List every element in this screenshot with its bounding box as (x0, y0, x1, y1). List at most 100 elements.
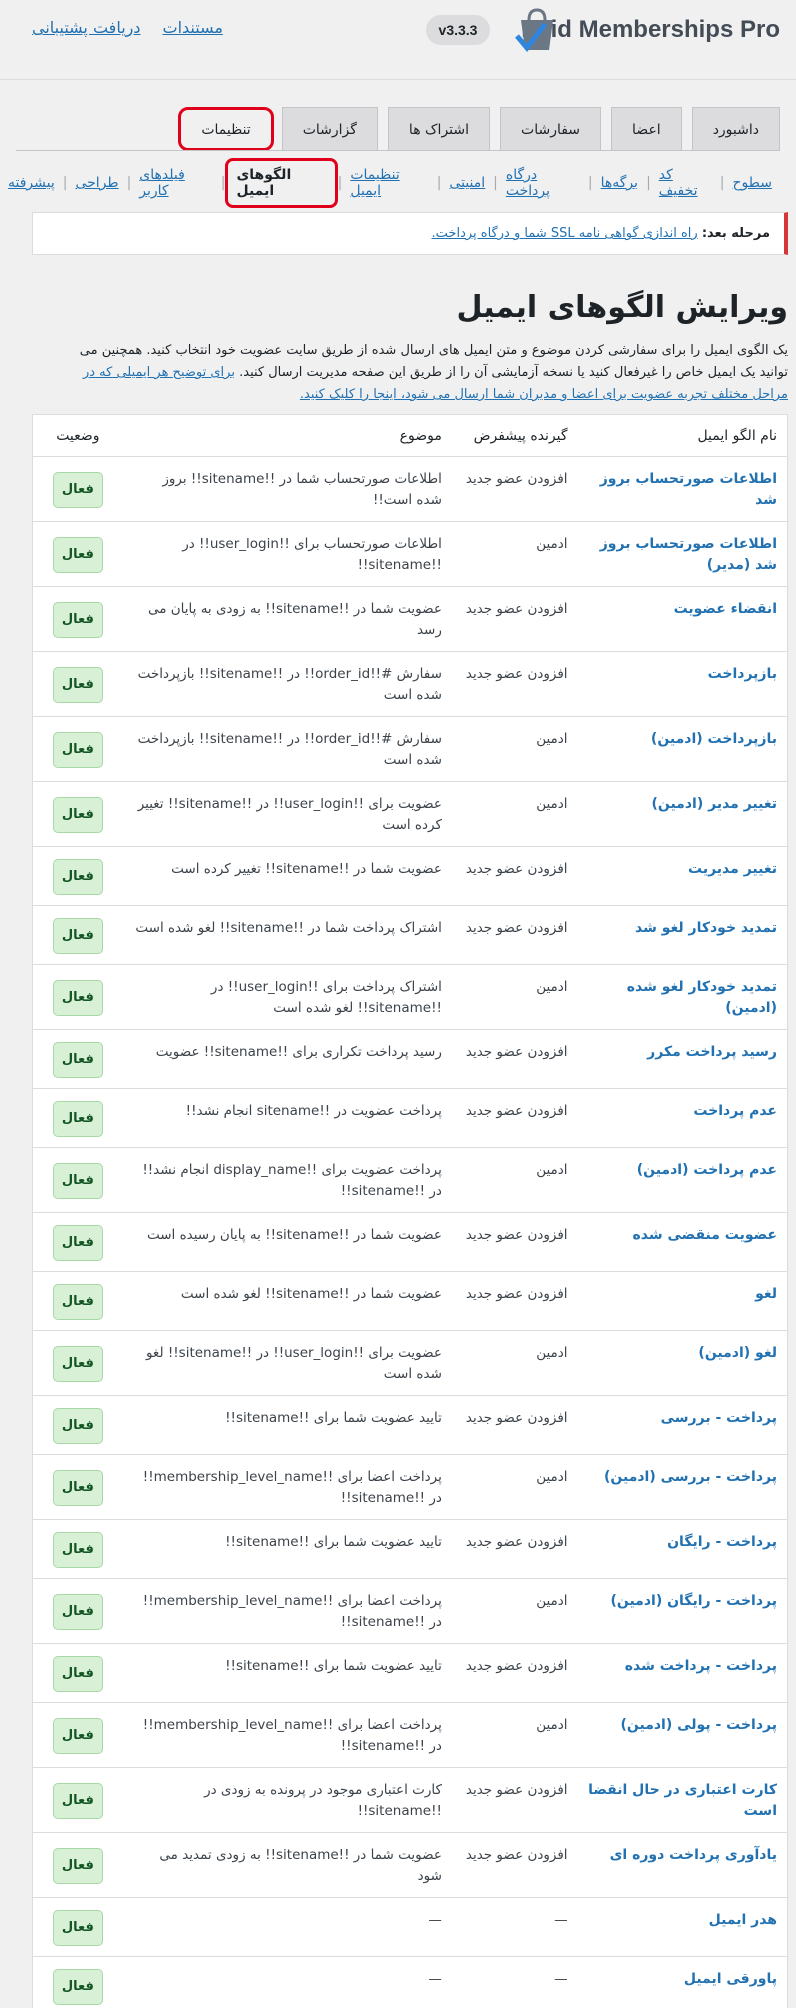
template-name-cell: پرداخت - رایگان (ادمین) (578, 1579, 787, 1643)
header-template-name: نام الگو ایمیل (697, 428, 777, 444)
table-row: انقضاء عضویت افزودن عضو جدید عضویت شما در … (33, 587, 787, 652)
tabs-divider (16, 150, 780, 151)
status-badge[interactable]: فعال (52, 1225, 103, 1261)
status-badge[interactable]: فعال (52, 1532, 103, 1568)
template-name-link[interactable]: بازپرداخت (ادمین) (651, 731, 777, 747)
status-badge[interactable]: فعال (52, 797, 103, 833)
template-name-link[interactable]: تمدید خودکار لغو شد (635, 920, 777, 936)
status-badge[interactable]: فعال (52, 537, 103, 573)
template-name-link[interactable]: عضویت منقضی شده (633, 1227, 778, 1243)
status-badge[interactable]: فعال (52, 602, 103, 638)
template-name-link[interactable]: پرداخت - رایگان (ادمین) (610, 1593, 777, 1609)
table-row: پرداخت - پرداخت شده افزودن عضو جدید تایید … (33, 1644, 787, 1703)
template-name-link[interactable]: پرداخت - پولی (ادمین) (620, 1717, 777, 1733)
subject-cell: پرداخت عضویت برای !!display_name انجام ن… (142, 1162, 442, 1199)
status-badge[interactable]: فعال (52, 1163, 103, 1199)
recipient-cell: افزودن عضو جدید (465, 471, 568, 487)
status-badge[interactable]: فعال (52, 667, 103, 703)
subnav-payment-gateway[interactable]: درگاه پرداخت (498, 167, 588, 199)
table-row: پرداخت - رایگان افزودن عضو جدید تایید عضوی… (33, 1520, 787, 1579)
template-name-link[interactable]: تمدید خودکار لغو شده (ادمین) (627, 979, 777, 1016)
tab-orders[interactable]: سفارشات (500, 107, 602, 151)
recipient-cell: ادمین (536, 731, 568, 747)
table-row: عضویت منقضی شده افزودن عضو جدید عضویت شما … (33, 1213, 787, 1272)
status-badge[interactable]: فعال (52, 1470, 103, 1506)
status-badge[interactable]: فعال (52, 1910, 103, 1946)
table-row: پرداخت - بررسی افزودن عضو جدید تایید عضویت… (33, 1396, 787, 1455)
subnav-email-templates[interactable]: الگوهای ایمیل (225, 158, 338, 208)
status-badge[interactable]: فعال (52, 732, 103, 768)
template-name-link[interactable]: عدم پرداخت (693, 1103, 777, 1119)
subject-cell: عضویت برای !!user_login!! در !!sitename!… (145, 1345, 442, 1382)
tab-dashboard[interactable]: داشبورد (691, 107, 780, 151)
subnav-design[interactable]: طراحی (67, 175, 126, 191)
status-badge[interactable]: فعال (52, 1783, 103, 1819)
subnav-levels[interactable]: سطوح (725, 175, 780, 191)
status-badge[interactable]: فعال (52, 1969, 103, 2005)
page-title: ویرایش الگوهای ایمیل (456, 290, 788, 325)
template-name-cell: لغو (578, 1272, 787, 1330)
recipient-cell: ادمین (536, 1345, 568, 1361)
template-name-link[interactable]: اطلاعات صورتحساب بروز شد (مدیر) (600, 536, 777, 573)
next-step-notice: مرحله بعد: راه اندازی گواهی نامه SSL شما… (32, 212, 788, 255)
recipient-cell: افزودن عضو جدید (465, 666, 568, 682)
status-badge[interactable]: فعال (52, 1594, 103, 1630)
subnav-discount-codes[interactable]: کد تخفیف (651, 167, 720, 199)
template-name-cell: رسید پرداخت مکرر (578, 1030, 787, 1088)
template-name-link[interactable]: انقضاء عضویت (674, 601, 777, 617)
template-name-link[interactable]: بازپرداخت (708, 666, 777, 682)
notice-ssl-link[interactable]: راه اندازی گواهی نامه SSL شما و درگاه پر… (432, 226, 698, 241)
template-name-link[interactable]: پرداخت - بررسی (ادمین) (604, 1469, 777, 1485)
subject-cell: — (428, 1971, 442, 1987)
template-name-link[interactable]: رسید پرداخت مکرر (647, 1044, 777, 1060)
notice-label: مرحله بعد: (701, 226, 770, 241)
template-name-link[interactable]: یادآوری پرداخت دوره ای (610, 1847, 777, 1863)
documentation-link[interactable]: مستندات (163, 18, 223, 37)
template-name-link[interactable]: تغییر مدیر (ادمین) (651, 796, 777, 812)
recipient-cell: افزودن عضو جدید (465, 1782, 568, 1798)
subnav-pages[interactable]: برگه‌ها (593, 175, 646, 191)
template-name-link[interactable]: هدر ایمیل (709, 1912, 777, 1928)
tab-subscriptions[interactable]: اشتراک ها (387, 107, 491, 151)
subject-cell: پرداخت اعضا برای !!membership_level_name… (142, 1469, 442, 1506)
template-name-cell: تغییر مدیریت (578, 847, 787, 905)
template-name-link[interactable]: پرداخت - رایگان (667, 1534, 777, 1550)
status-badge[interactable]: فعال (52, 1284, 103, 1320)
status-badge[interactable]: فعال (52, 1656, 103, 1692)
template-name-link[interactable]: پرداخت - بررسی (661, 1410, 777, 1426)
status-cell: فعال (33, 1030, 133, 1088)
tab-reports[interactable]: گزارشات (281, 107, 378, 151)
subject-cell: پرداخت عضویت در !!sitename انجام نشد!! (185, 1103, 442, 1119)
template-name-link[interactable]: عدم پرداخت (ادمین) (637, 1162, 777, 1178)
subnav-user-fields[interactable]: فیلدهای کاربر (131, 167, 220, 199)
get-support-link[interactable]: دریافت پشتیبانی (32, 18, 141, 37)
status-badge[interactable]: فعال (52, 1101, 103, 1137)
template-name-link[interactable]: پرداخت - پرداخت شده (625, 1658, 777, 1674)
brand-name: Paid Memberships Pro (521, 16, 780, 43)
tab-members[interactable]: اعضا (611, 107, 682, 151)
status-badge[interactable]: فعال (52, 1042, 103, 1078)
status-badge[interactable]: فعال (52, 1848, 103, 1884)
status-badge[interactable]: فعال (52, 1718, 103, 1754)
status-badge[interactable]: فعال (52, 980, 103, 1016)
subnav-email-settings[interactable]: تنظیمات ایمیل (342, 167, 436, 199)
status-badge[interactable]: فعال (52, 859, 103, 895)
template-name-link[interactable]: تغییر مدیریت (688, 861, 777, 877)
template-name-link[interactable]: اطلاعات صورتحساب بروز شد (600, 471, 777, 508)
template-name-link[interactable]: کارت اعتباری در حال انقضا است (588, 1782, 777, 1819)
template-name-link[interactable]: لغو (755, 1286, 777, 1302)
status-cell: فعال (33, 1089, 133, 1147)
subnav-security[interactable]: امنیتی (441, 175, 493, 191)
status-cell: فعال (33, 522, 133, 586)
status-badge[interactable]: فعال (52, 1346, 103, 1382)
subject-cell: پرداخت اعضا برای !!membership_level_name… (142, 1593, 442, 1630)
template-name-link[interactable]: لغو (ادمین) (698, 1345, 777, 1361)
status-badge[interactable]: فعال (52, 472, 103, 508)
recipient-cell: افزودن عضو جدید (465, 1847, 568, 1863)
status-badge[interactable]: فعال (52, 1408, 103, 1444)
template-name-link[interactable]: پاورقی ایمیل (684, 1971, 777, 1987)
tab-settings[interactable]: تنظیمات (178, 107, 274, 151)
status-badge[interactable]: فعال (52, 918, 103, 954)
subnav-advanced[interactable]: پیشرفته (0, 175, 63, 191)
subject-cell: اشتراک پرداخت برای !!user_login!! در !!s… (210, 979, 442, 1016)
